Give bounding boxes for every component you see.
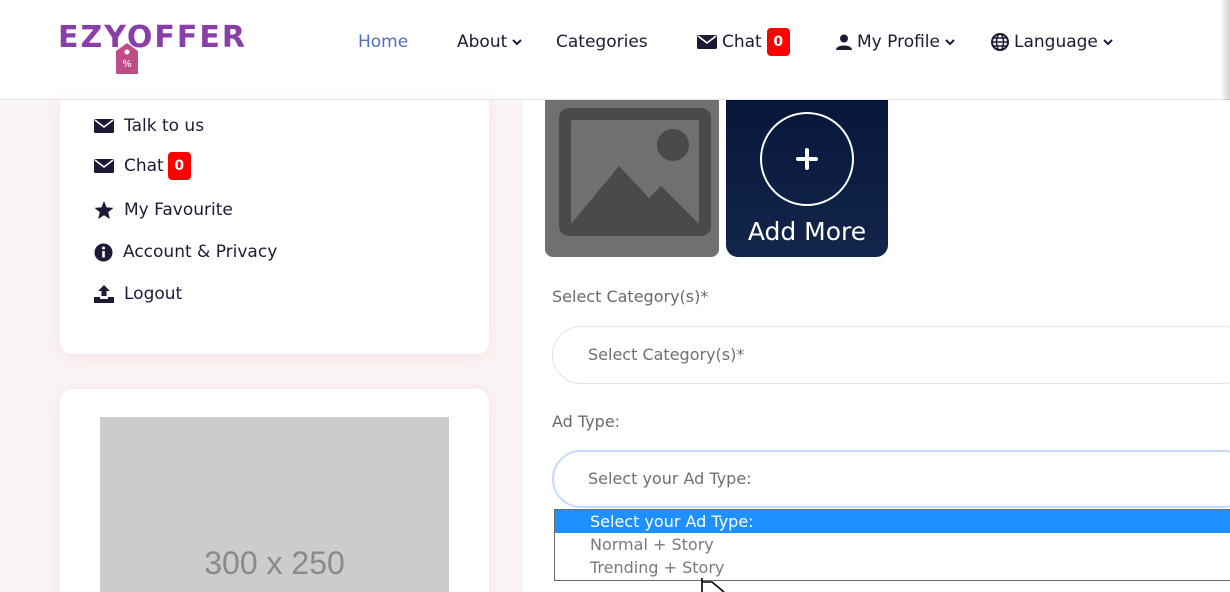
sidebar-menu: Talk to us Chat 0 My Favourite Account &…	[60, 100, 489, 354]
ad-type-option[interactable]: Trending + Story	[555, 556, 1230, 579]
nav-chat[interactable]: Chat 0	[697, 28, 790, 56]
chevron-down-icon	[945, 39, 955, 46]
envelope-icon	[94, 159, 114, 173]
chevron-down-icon	[1103, 39, 1113, 46]
envelope-icon	[94, 119, 114, 133]
sidebar-item-label: Chat	[124, 156, 164, 176]
sidebar-item-label: Talk to us	[124, 116, 205, 136]
nav-language[interactable]: Language	[991, 30, 1113, 54]
sidebar-item-label: Account & Privacy	[123, 242, 278, 262]
top-navbar: EZYOFFER % Home About Categories Chat 0 …	[0, 0, 1230, 100]
globe-icon	[991, 33, 1009, 51]
nav-categories[interactable]: Categories	[556, 30, 648, 54]
scroll-shadow	[1220, 0, 1230, 100]
nav-about[interactable]: About	[457, 30, 522, 54]
add-circle	[760, 112, 854, 206]
image-placeholder-icon	[559, 108, 711, 236]
logo-text: EZYOFFER	[58, 20, 247, 55]
ad-type-label: Ad Type:	[552, 412, 621, 431]
category-label: Select Category(s)*	[552, 287, 709, 306]
ad-banner-placeholder[interactable]: 300 x 250	[100, 417, 449, 592]
envelope-icon	[697, 35, 717, 49]
ad-type-option[interactable]: Normal + Story	[555, 533, 1230, 556]
user-icon	[836, 34, 852, 50]
plus-icon	[796, 148, 818, 170]
add-more-images-button[interactable]: Add More	[726, 100, 888, 257]
sidebar-item-label: Logout	[124, 284, 183, 304]
mouse-cursor-icon	[701, 578, 725, 592]
category-select[interactable]: Select Category(s)*	[552, 326, 1230, 384]
ad-type-select[interactable]: Select your Ad Type:	[552, 450, 1230, 508]
nav-my-profile-label: My Profile	[857, 32, 940, 52]
ad-type-option[interactable]: Select your Ad Type:	[555, 510, 1230, 533]
star-icon	[94, 200, 114, 219]
svg-text:%: %	[122, 59, 132, 70]
sidebar-item-logout[interactable]: Logout	[94, 282, 182, 306]
chevron-down-icon	[512, 39, 522, 46]
post-ad-form: Add More Select Category(s)* Select Cate…	[523, 100, 1230, 592]
nav-home-label: Home	[358, 32, 409, 52]
nav-home[interactable]: Home	[358, 30, 408, 54]
sidebar-item-account-privacy[interactable]: Account & Privacy	[94, 240, 277, 264]
sidebar-item-my-favourite[interactable]: My Favourite	[94, 198, 233, 222]
sidebar-item-talk-to-us[interactable]: Talk to us	[94, 114, 204, 138]
ad-banner-card: 300 x 250	[60, 389, 489, 592]
nav-about-label: About	[457, 32, 508, 52]
chat-count-badge: 0	[167, 152, 191, 180]
sidebar-item-label: My Favourite	[124, 200, 233, 220]
nav-language-label: Language	[1014, 32, 1098, 52]
nav-categories-label: Categories	[556, 32, 648, 52]
sidebar-item-chat[interactable]: Chat 0	[94, 152, 191, 180]
add-more-label: Add More	[747, 217, 867, 246]
ad-type-options: Select your Ad Type: Normal + Story Tren…	[554, 509, 1230, 581]
nav-chat-label: Chat	[722, 32, 762, 52]
upload-tray-icon	[94, 285, 114, 303]
chat-count-badge: 0	[766, 28, 790, 56]
brand-logo[interactable]: EZYOFFER %	[58, 18, 258, 82]
nav-my-profile[interactable]: My Profile	[836, 30, 955, 54]
ad-size-label: 300 x 250	[204, 545, 345, 581]
info-circle-icon	[94, 243, 113, 261]
price-tag-icon: %	[116, 43, 138, 74]
image-thumbnail[interactable]	[545, 100, 719, 257]
